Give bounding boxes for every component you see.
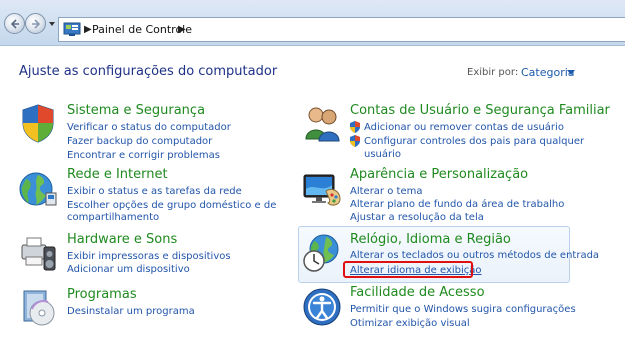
printer-speaker-icon[interactable] [18, 233, 58, 273]
category-title-user-accounts[interactable]: Contas de Usuário e Segurança Familiar [350, 103, 610, 118]
accessibility-icon[interactable] [302, 287, 342, 327]
category-title-hardware-sound[interactable]: Hardware e Sons [67, 232, 177, 247]
uac-shield-icon [350, 135, 360, 147]
clock-globe-icon[interactable] [302, 233, 342, 273]
recent-pages-dropdown-icon[interactable] [48, 20, 56, 28]
breadcrumb-separator-icon[interactable]: ▶ [178, 24, 186, 35]
forward-button[interactable] [25, 13, 46, 34]
breadcrumb-separator-icon[interactable]: ▶ [84, 24, 92, 35]
back-button[interactable] [4, 13, 25, 34]
annotation-red-highlight [343, 261, 473, 278]
link-homegroup-options-cont[interactable]: compartilhamento [67, 211, 159, 224]
uac-shield-icon [350, 121, 360, 133]
category-title-network-internet[interactable]: Rede e Internet [67, 167, 168, 182]
link-change-desktop-background[interactable]: Alterar plano de fundo da área de trabal… [350, 198, 564, 211]
globe-network-icon[interactable] [18, 169, 58, 209]
category-title-ease-of-access[interactable]: Facilidade de Acesso [350, 285, 485, 300]
shield-flag-icon[interactable] [18, 103, 58, 143]
users-icon[interactable] [302, 103, 342, 143]
link-optimize-visual-display[interactable]: Otimizar exibição visual [350, 317, 470, 330]
link-add-device[interactable]: Adicionar um dispositivo [67, 263, 190, 276]
link-view-network-status[interactable]: Exibir o status e as tarefas da rede [67, 185, 242, 198]
address-bar[interactable]: ▶ Painel de Controle ▶ [58, 17, 625, 42]
link-add-remove-accounts[interactable]: Adicionar ou remover contas de usuário [364, 121, 564, 134]
link-change-theme[interactable]: Alterar o tema [350, 185, 422, 198]
link-find-fix-problems[interactable]: Encontrar e corrigir problemas [67, 149, 220, 162]
link-parental-controls[interactable]: Configurar controles dos pais para qualq… [364, 135, 584, 148]
address-toolbar: ▶ Painel de Controle ▶ [0, 0, 625, 46]
programs-disc-icon[interactable] [18, 287, 58, 327]
category-title-programs[interactable]: Programas [67, 287, 137, 302]
link-view-printers-devices[interactable]: Exibir impressoras e dispositivos [67, 250, 231, 263]
breadcrumb-control-panel[interactable]: Painel de Controle [92, 23, 192, 36]
view-by-label: Exibir por: [467, 67, 519, 78]
link-backup-computer[interactable]: Fazer backup do computador [67, 135, 212, 148]
forward-arrow-icon [32, 19, 41, 29]
link-windows-suggest-settings[interactable]: Permitir que o Windows sugira configuraç… [350, 303, 576, 316]
link-adjust-screen-resolution[interactable]: Ajustar a resolução da tela [350, 211, 484, 224]
monitor-palette-icon[interactable] [302, 169, 342, 209]
link-parental-controls-cont[interactable]: usuário [364, 148, 401, 161]
link-check-computer-status[interactable]: Verificar o status do computador [67, 121, 231, 134]
link-uninstall-program[interactable]: Desinstalar um programa [67, 305, 195, 318]
back-arrow-icon [10, 19, 19, 29]
category-title-system-security[interactable]: Sistema e Segurança [67, 103, 205, 118]
category-title-appearance[interactable]: Aparência e Personalização [350, 167, 528, 182]
page-title: Ajuste as configurações do computador [19, 64, 278, 79]
control-panel-icon [63, 22, 81, 36]
category-title-clock-language-region[interactable]: Relógio, Idioma e Região [350, 232, 511, 247]
chevron-down-icon[interactable] [567, 70, 575, 76]
